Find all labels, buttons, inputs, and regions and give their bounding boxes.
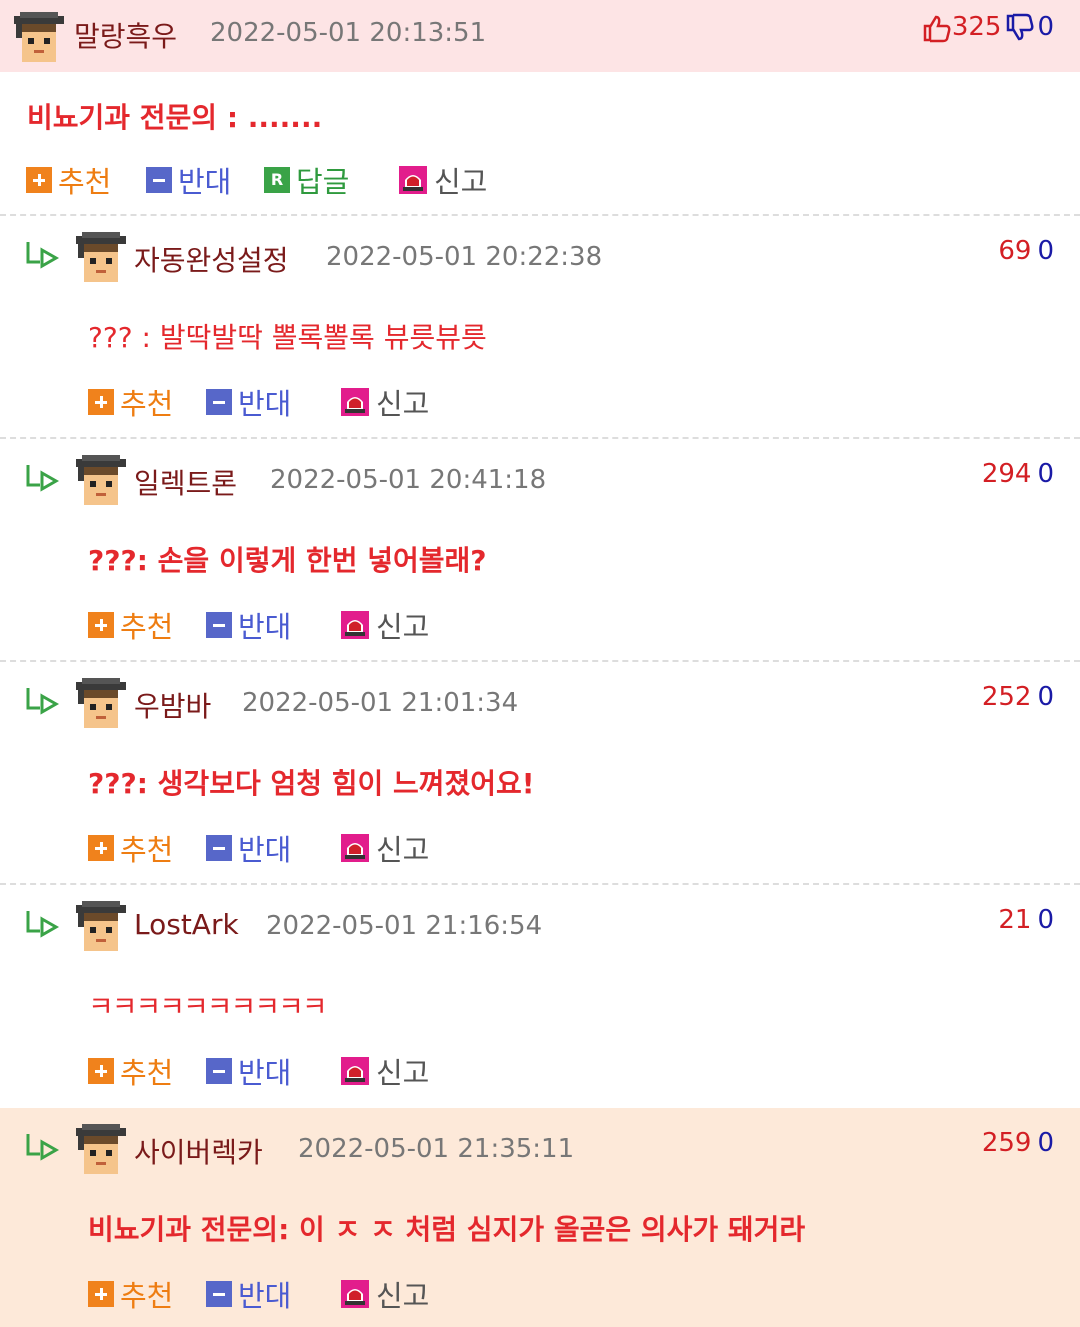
downvote-count: 0 (1037, 12, 1054, 42)
report-button[interactable]: 신고 (340, 382, 429, 422)
siren-icon (341, 1057, 369, 1085)
comment-actions: 추천 반대 신고 (88, 605, 448, 645)
comment-nick[interactable]: 말랑흑우 (74, 15, 177, 55)
comment-date: 2022-05-01 21:35:11 (298, 1134, 575, 1164)
comment-item: 말랑흑우 2022-05-01 20:13:51 325 0 비뇨기과 전문의 :… (0, 0, 1080, 216)
comment-actions: 추천 반대 신고 (88, 828, 448, 868)
upvote-count: 294 (981, 459, 1032, 489)
comment-date: 2022-05-01 20:22:38 (326, 242, 603, 272)
plus-icon (88, 612, 114, 638)
recommend-button[interactable]: 추천 (88, 1274, 173, 1314)
report-button[interactable]: 신고 (340, 1051, 429, 1091)
oppose-button[interactable]: 반대 (146, 160, 231, 200)
comment-actions: 추천 반대 신고 (88, 1051, 448, 1091)
recommend-button[interactable]: 추천 (26, 160, 111, 200)
comment-nick[interactable]: LostArk (134, 908, 239, 941)
comment-actions: 추천 반대 신고 (88, 382, 448, 422)
comment-date: 2022-05-01 20:41:18 (270, 465, 547, 495)
reply-badge-icon: R (264, 167, 290, 193)
vote-counts: 21 0 (998, 905, 1054, 935)
downvote-count: 0 (1037, 682, 1054, 712)
thumbs-up-icon[interactable] (922, 13, 952, 43)
report-button[interactable]: 신고 (340, 605, 429, 645)
comment-item: 우밤바 2022-05-01 21:01:34 252 0 ???: 생각보다 엄… (0, 662, 1080, 885)
siren-icon (341, 388, 369, 416)
reply-arrow-icon (26, 909, 58, 937)
minus-icon (206, 1281, 232, 1307)
vote-counts: 252 0 (982, 682, 1054, 712)
downvote-count: 0 (1037, 236, 1054, 266)
downvote-count: 0 (1037, 1128, 1054, 1158)
recommend-button[interactable]: 추천 (88, 828, 173, 868)
oppose-button[interactable]: 반대 (206, 1051, 291, 1091)
avatar-icon (74, 230, 128, 284)
report-button[interactable]: 신고 (340, 1274, 429, 1314)
comment-item: 사이버렉카 2022-05-01 21:35:11 259 0 비뇨기과 전문의:… (0, 1108, 1080, 1327)
reply-arrow-icon (26, 463, 58, 491)
avatar-icon (74, 453, 128, 507)
reply-arrow-icon (26, 1132, 58, 1160)
comment-nick[interactable]: 우밤바 (134, 685, 211, 725)
comment-nick[interactable]: 사이버렉카 (134, 1131, 263, 1171)
avatar-icon (12, 10, 66, 64)
minus-icon (206, 389, 232, 415)
plus-icon (88, 835, 114, 861)
comment-actions: 추천 반대 신고 (88, 1274, 448, 1314)
minus-icon (206, 1058, 232, 1084)
vote-counts: 259 0 (982, 1128, 1054, 1158)
comment-date: 2022-05-01 20:13:51 (210, 18, 487, 48)
comment-date: 2022-05-01 21:01:34 (242, 688, 519, 718)
comment-text: 비뇨기과 전문의: 이 ㅈ ㅈ 처럼 심지가 올곧은 의사가 돼거라 (88, 1213, 806, 1246)
siren-icon (341, 611, 369, 639)
plus-icon (88, 1058, 114, 1084)
report-button[interactable]: 신고 (340, 828, 429, 868)
siren-icon (341, 1280, 369, 1308)
comment-text: 비뇨기과 전문의 : ....... (27, 101, 323, 134)
recommend-button[interactable]: 추천 (88, 1051, 173, 1091)
comment-item: LostArk 2022-05-01 21:16:54 21 0 ㅋㅋㅋㅋㅋㅋㅋㅋ… (0, 885, 1080, 1108)
minus-icon (146, 167, 172, 193)
comment-actions: 추천 반대 R 답글 신고 (26, 160, 546, 200)
vote-counts: 69 0 (998, 236, 1054, 266)
plus-icon (88, 1281, 114, 1307)
upvote-count: 252 (981, 682, 1032, 712)
comment-date: 2022-05-01 21:16:54 (266, 911, 543, 941)
siren-icon (341, 834, 369, 862)
avatar-icon (74, 676, 128, 730)
vote-counts: 325 0 (922, 12, 1054, 43)
comment-item: 일렉트론 2022-05-01 20:41:18 294 0 ???: 손을 이렇… (0, 439, 1080, 662)
upvote-count: 21 (998, 905, 1032, 935)
oppose-button[interactable]: 반대 (206, 605, 291, 645)
vote-counts: 294 0 (982, 459, 1054, 489)
comment-text: ???: 생각보다 엄청 힘이 느껴졌어요! (88, 767, 535, 800)
thumbs-down-icon[interactable] (1005, 13, 1035, 43)
upvote-count: 259 (981, 1128, 1032, 1158)
oppose-button[interactable]: 반대 (206, 1274, 291, 1314)
comment-item: 자동완성설정 2022-05-01 20:22:38 69 0 ??? : 발딱발… (0, 216, 1080, 439)
recommend-button[interactable]: 추천 (88, 382, 173, 422)
oppose-button[interactable]: 반대 (206, 382, 291, 422)
plus-icon (26, 167, 52, 193)
oppose-button[interactable]: 반대 (206, 828, 291, 868)
avatar-icon (74, 1122, 128, 1176)
avatar-icon (74, 899, 128, 953)
minus-icon (206, 835, 232, 861)
reply-button[interactable]: R 답글 (264, 160, 349, 200)
reply-arrow-icon (26, 686, 58, 714)
report-button[interactable]: 신고 (398, 160, 487, 200)
plus-icon (88, 389, 114, 415)
upvote-count: 325 (951, 12, 1002, 42)
minus-icon (206, 612, 232, 638)
comment-text: ???: 손을 이렇게 한번 넣어볼래? (88, 544, 487, 577)
downvote-count: 0 (1037, 459, 1054, 489)
siren-icon (399, 166, 427, 194)
recommend-button[interactable]: 추천 (88, 605, 173, 645)
comment-nick[interactable]: 자동완성설정 (134, 239, 289, 279)
upvote-count: 69 (998, 236, 1032, 266)
reply-arrow-icon (26, 240, 58, 268)
comment-text: ㅋㅋㅋㅋㅋㅋㅋㅋㅋㅋ (88, 990, 328, 1023)
comment-text: ??? : 발딱발딱 뽈록뽈록 뷰릇뷰릇 (88, 321, 487, 354)
comment-nick[interactable]: 일렉트론 (134, 462, 237, 502)
downvote-count: 0 (1037, 905, 1054, 935)
